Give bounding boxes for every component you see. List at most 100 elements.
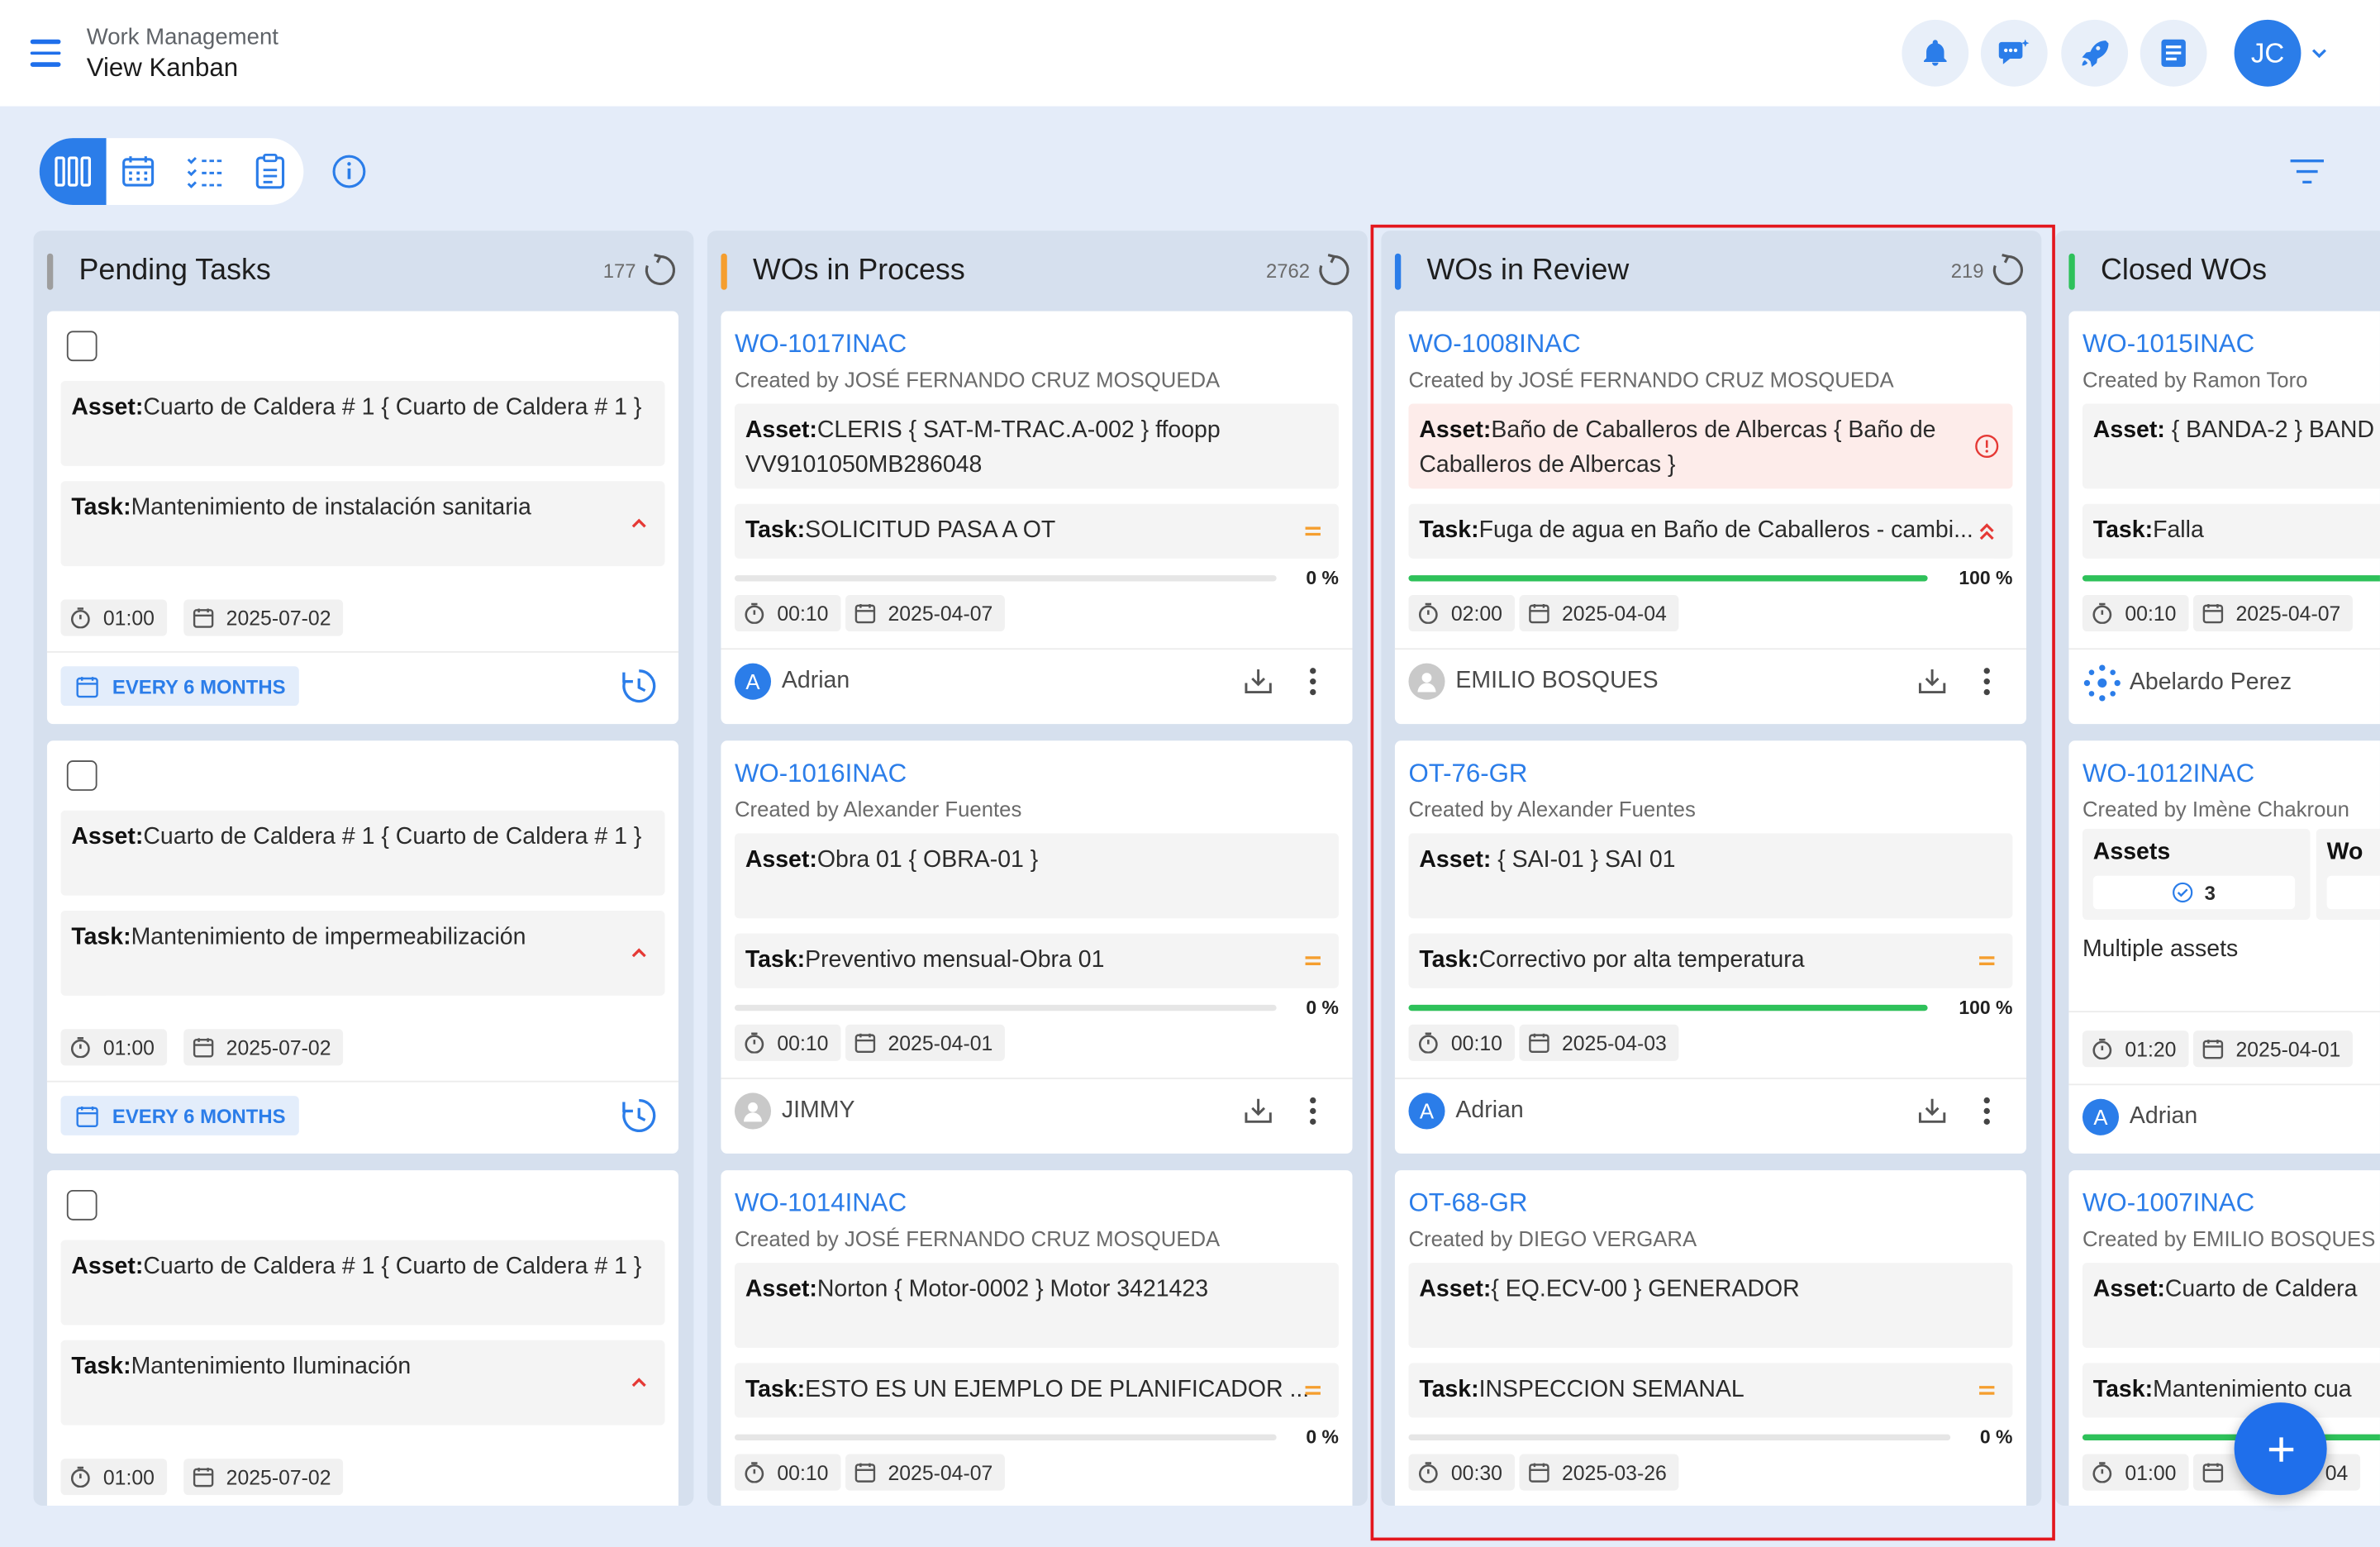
progress-bar — [734, 1004, 1277, 1011]
work-order-card[interactable]: WO-1014INAC Created by JOSÉ FERNANDO CRU… — [721, 1170, 1353, 1507]
work-order-card[interactable]: WO-1017INAC Created by JOSÉ FERNANDO CRU… — [721, 311, 1353, 725]
work-order-link[interactable]: WO-1016INAC — [735, 759, 907, 789]
more-options-button[interactable] — [1968, 1092, 2005, 1129]
refresh-icon[interactable] — [1990, 252, 2026, 288]
task-card[interactable]: Asset:Cuarto de Caldera # 1 { Cuarto de … — [46, 311, 679, 725]
work-order-link[interactable]: WO-1017INAC — [735, 330, 907, 360]
asset-value: { SAI-01 } SAI 01 — [1491, 846, 1676, 873]
work-order-link[interactable]: WO-1007INAC — [2082, 1188, 2254, 1219]
info-icon[interactable] — [331, 154, 367, 190]
task-value: Mantenimiento cua — [2153, 1376, 2352, 1403]
history-icon[interactable] — [619, 1096, 659, 1135]
list-view-button[interactable] — [172, 138, 238, 205]
column-count: 2762 — [1265, 259, 1311, 283]
progress-percent: 100 % — [1959, 567, 2013, 589]
work-order-link[interactable]: WO-1014INAC — [735, 1188, 907, 1219]
column-title: Pending Tasks — [79, 253, 271, 288]
download-button[interactable] — [1914, 1092, 1950, 1129]
more-icon — [1310, 1097, 1316, 1125]
column-header: WOs in Process 2762 — [707, 231, 1368, 310]
asset-value: Cuarto de Caldera # 1 { Cuarto de Calder… — [143, 394, 642, 421]
progress-bar — [2082, 575, 2380, 582]
asset-box: Asset:{ EQ.ECV-00 } GENERADOR — [1408, 1263, 2013, 1348]
kanban-view-button[interactable] — [39, 138, 106, 205]
work-order-link[interactable]: WO-1008INAC — [1408, 330, 1580, 360]
duration-value: 00:10 — [777, 1460, 829, 1484]
assignee: EMILIO BOSQUES — [1408, 663, 1659, 700]
duration-value: 01:00 — [102, 1465, 155, 1488]
select-checkbox[interactable] — [66, 1189, 98, 1221]
progress-bar — [2082, 1434, 2380, 1441]
task-label: Task: — [1419, 1376, 1479, 1403]
progress-bar — [734, 575, 1277, 582]
chat-button[interactable] — [1980, 19, 2048, 87]
calendar-small-icon — [2202, 1463, 2224, 1483]
assignee: JIMMY — [734, 1092, 854, 1130]
work-order-link[interactable]: WO-1015INAC — [2082, 330, 2254, 360]
calendar-small-icon — [193, 608, 214, 628]
add-button[interactable] — [2234, 1402, 2327, 1496]
filter-icon[interactable] — [2289, 156, 2325, 187]
task-label: Task: — [745, 947, 806, 973]
asset-label: Asset: — [745, 417, 817, 444]
timer-icon — [70, 607, 90, 629]
chevron-down-icon[interactable] — [2309, 42, 2330, 64]
docs-button[interactable] — [2140, 19, 2207, 87]
task-label: Task: — [1419, 517, 1479, 544]
duration-value: 02:00 — [1450, 602, 1502, 625]
work-order-card[interactable]: WO-1016INAC Created by Alexander Fuentes… — [721, 740, 1353, 1154]
more-options-button[interactable] — [1295, 1092, 1331, 1129]
menu-icon[interactable] — [30, 39, 61, 67]
select-checkbox[interactable] — [66, 331, 98, 362]
frequency-badge[interactable]: EVERY 6 MONTHS — [60, 666, 300, 707]
date-chip: 2025-04-07 — [2193, 594, 2353, 632]
timer-icon — [1418, 602, 1438, 624]
work-order-link[interactable]: WO-1012INAC — [2082, 759, 2254, 789]
work-order-card[interactable]: WO-1015INAC Created by Ramon Toro Asset:… — [2068, 311, 2380, 725]
work-order-link[interactable]: OT-68-GR — [1408, 1188, 1527, 1219]
frequency-badge[interactable]: EVERY 6 MONTHS — [60, 1096, 300, 1135]
assets-count-chip: 3 — [2092, 875, 2296, 910]
work-order-card[interactable]: OT-68-GR Created by DIEGO VERGARA Asset:… — [1394, 1170, 2026, 1507]
created-by: Created by Ramon Toro — [2082, 367, 2308, 392]
refresh-icon[interactable] — [642, 252, 678, 288]
download-button[interactable] — [1914, 664, 1950, 700]
progress-bar — [1408, 1004, 1928, 1011]
history-icon[interactable] — [619, 666, 659, 706]
requests-view-button[interactable] — [237, 138, 303, 205]
task-card[interactable]: Asset:Cuarto de Caldera # 1 { Cuarto de … — [46, 1170, 679, 1507]
progress-percent: 0 % — [1306, 997, 1339, 1019]
work-order-card[interactable]: WO-1007INAC Created by EMILIO BOSQUES As… — [2068, 1170, 2380, 1507]
select-checkbox[interactable] — [66, 760, 98, 791]
duration-chip: 01:00 — [60, 1459, 167, 1496]
calendar-view-button[interactable] — [106, 138, 172, 205]
task-box: Task:Fuga de agua en Baño de Caballeros … — [1408, 503, 2013, 559]
task-card[interactable]: Asset:Cuarto de Caldera # 1 { Cuarto de … — [46, 740, 679, 1154]
column-header: WOs in Review 219 — [1381, 231, 2041, 310]
rocket-button[interactable] — [2061, 19, 2129, 87]
more-icon — [1310, 668, 1316, 696]
progress-percent: 0 % — [1306, 1426, 1339, 1449]
assignee-name: EMILIO BOSQUES — [1455, 668, 1659, 694]
work-order-card[interactable]: WO-1012INAC Created by Imène Chakroun As… — [2068, 740, 2380, 1154]
asset-box: Asset:CLERIS { SAT-M-TRAC.A-002 } ffoopp… — [734, 403, 1339, 489]
priority-medium-icon — [1305, 956, 1321, 965]
user-avatar[interactable]: JC — [2234, 19, 2301, 87]
calendar-small-icon — [854, 1033, 876, 1054]
refresh-icon[interactable] — [1316, 252, 1352, 288]
download-button[interactable] — [1240, 664, 1277, 700]
work-order-card[interactable]: OT-76-GR Created by Alexander Fuentes As… — [1394, 740, 2026, 1154]
task-box: Task:Mantenimiento Iluminación — [60, 1340, 665, 1426]
calendar-repeat-icon — [76, 1106, 98, 1127]
divider — [1394, 1078, 2026, 1079]
date-chip: 2025-04-07 — [845, 594, 1006, 632]
work-order-link[interactable]: OT-76-GR — [1408, 759, 1527, 789]
download-button[interactable] — [1240, 1092, 1277, 1129]
work-order-card[interactable]: WO-1008INAC Created by JOSÉ FERNANDO CRU… — [1394, 311, 2026, 725]
task-box: Task:SOLICITUD PASA A OT — [734, 503, 1339, 559]
alert-icon — [1975, 434, 1999, 459]
more-options-button[interactable] — [1968, 664, 2005, 700]
notifications-button[interactable] — [1902, 19, 1969, 87]
column-accent-bar — [1394, 253, 1402, 290]
more-options-button[interactable] — [1295, 664, 1331, 700]
